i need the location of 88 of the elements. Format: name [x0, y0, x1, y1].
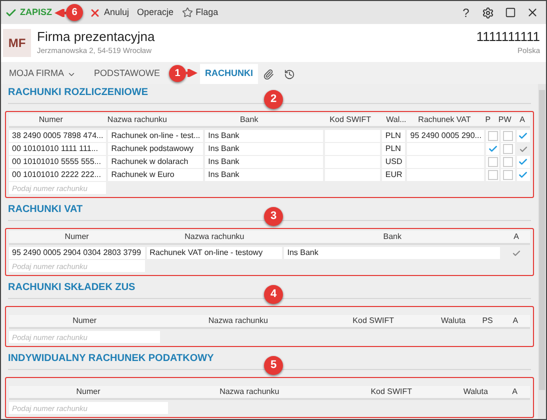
- table-cell: 95 2490 0005 290...: [407, 130, 484, 142]
- tax-id: 1111111111: [476, 29, 540, 46]
- scrollbar-thumb[interactable]: [539, 90, 545, 390]
- table-cell: Ins Bank: [205, 143, 323, 155]
- checkbox[interactable]: [488, 157, 498, 167]
- table-cell: Ins Bank: [205, 169, 323, 181]
- column-header[interactable]: Wal...: [384, 114, 408, 126]
- table-cell: 38 2490 0005 7898 474...: [9, 130, 106, 142]
- column-header[interactable]: Waluta: [454, 386, 498, 398]
- close-icon: [89, 6, 102, 18]
- section-title: RACHUNKI SKŁADEK ZUS: [8, 281, 136, 295]
- tab[interactable]: PODSTAWOWE: [89, 64, 166, 84]
- annotation-arrow: [54, 8, 66, 16]
- checkbox[interactable]: [488, 144, 498, 154]
- callout-badge: 3: [264, 207, 283, 226]
- annotation-arrow: [186, 69, 198, 77]
- settings-button[interactable]: [480, 6, 496, 18]
- checkbox[interactable]: [502, 157, 513, 167]
- paperclip-icon: [263, 68, 274, 80]
- toolbar-button[interactable]: Operacje: [137, 6, 174, 20]
- settings-icon: [482, 6, 494, 18]
- table-cell: PLN: [382, 143, 406, 155]
- square-icon: [504, 7, 516, 18]
- column-header[interactable]: A: [500, 386, 530, 398]
- help-button[interactable]: ?: [458, 4, 474, 22]
- column-header[interactable]: A: [502, 231, 530, 243]
- table-cell: Rachunek on-line - test...: [108, 130, 204, 142]
- column-header[interactable]: Nazwa rachunku: [146, 231, 282, 243]
- column-header[interactable]: Kod SWIFT: [316, 315, 430, 327]
- callout-badge: 2: [264, 90, 283, 109]
- table-cell: USD: [382, 156, 406, 168]
- check-icon: [5, 6, 17, 18]
- column-header[interactable]: PW: [497, 114, 513, 126]
- column-header[interactable]: Numer: [9, 114, 93, 126]
- column-header[interactable]: A: [514, 114, 530, 126]
- column-header[interactable]: PS: [476, 315, 499, 327]
- toolbar-button[interactable]: Flaga: [182, 6, 218, 20]
- tab[interactable]: RACHUNKI: [200, 64, 258, 84]
- checkbox[interactable]: [488, 131, 498, 141]
- column-header[interactable]: Bank: [284, 231, 500, 243]
- table-cell: Rachunek w dolarach: [108, 156, 204, 168]
- tab[interactable]: MOJA FIRMA: [4, 64, 82, 84]
- table-cell: Ins Bank: [205, 130, 323, 142]
- section-title: INDYWIDUALNY RACHUNEK PODATKOWY: [8, 352, 214, 366]
- checkbox[interactable]: [518, 157, 528, 167]
- section-title: RACHUNKI ROZLICZENIOWE: [8, 86, 148, 100]
- column-header[interactable]: P: [480, 114, 496, 126]
- column-header[interactable]: Nazwa rachunku: [94, 114, 180, 126]
- table-cell: EUR: [382, 169, 406, 181]
- company-avatar: MF: [3, 29, 31, 57]
- column-header[interactable]: Kod SWIFT: [318, 114, 382, 126]
- toolbar-button[interactable]: Anuluj: [89, 6, 130, 20]
- column-header[interactable]: Rachunek VAT: [410, 114, 479, 126]
- column-header[interactable]: Nazwa rachunku: [162, 315, 314, 327]
- section-title: RACHUNKI VAT: [8, 203, 83, 217]
- table-cell: Rachunek VAT on-line - testowy: [146, 247, 282, 259]
- table-cell: 00 10101010 2222 222...: [9, 169, 106, 181]
- table-cell: 00 10101010 1111 111...: [9, 143, 106, 155]
- table-cell: PLN: [382, 130, 406, 142]
- callout-badge: 1: [169, 64, 186, 82]
- table-cell: Rachunek podstawowy: [108, 143, 204, 155]
- callout-badge: 6: [66, 4, 84, 21]
- company-name: Firma prezentacyjna: [37, 29, 155, 46]
- star-icon: [182, 7, 193, 18]
- checkbox[interactable]: [502, 144, 513, 154]
- column-header[interactable]: Numer: [9, 231, 145, 243]
- column-header[interactable]: Numer: [9, 386, 168, 398]
- column-header[interactable]: Kod SWIFT: [331, 386, 452, 398]
- column-header[interactable]: Bank: [182, 114, 317, 126]
- table-cell: Ins Bank: [284, 247, 500, 259]
- column-header[interactable]: A: [500, 315, 530, 327]
- column-header[interactable]: Waluta: [432, 315, 474, 327]
- checkbox[interactable]: [502, 170, 513, 180]
- close-icon: [526, 6, 538, 19]
- table-cell: Rachunek w Euro: [108, 169, 204, 181]
- table-cell: 00 10101010 5555 555...: [9, 156, 106, 168]
- table-cell: 95 2490 0005 2904 0304 2803 3799: [9, 247, 145, 259]
- callout-badge: 4: [264, 285, 283, 304]
- column-header[interactable]: Nazwa rachunku: [170, 386, 330, 398]
- history-icon: [284, 68, 296, 80]
- checkbox[interactable]: [488, 170, 498, 180]
- table-cell: Ins Bank: [205, 156, 323, 168]
- checkbox[interactable]: [502, 131, 513, 141]
- scrollbar[interactable]: [538, 84, 546, 419]
- checkbox[interactable]: [518, 131, 528, 141]
- checkbox[interactable]: [518, 170, 528, 180]
- callout-badge: 5: [264, 356, 283, 375]
- column-header[interactable]: Numer: [9, 315, 160, 327]
